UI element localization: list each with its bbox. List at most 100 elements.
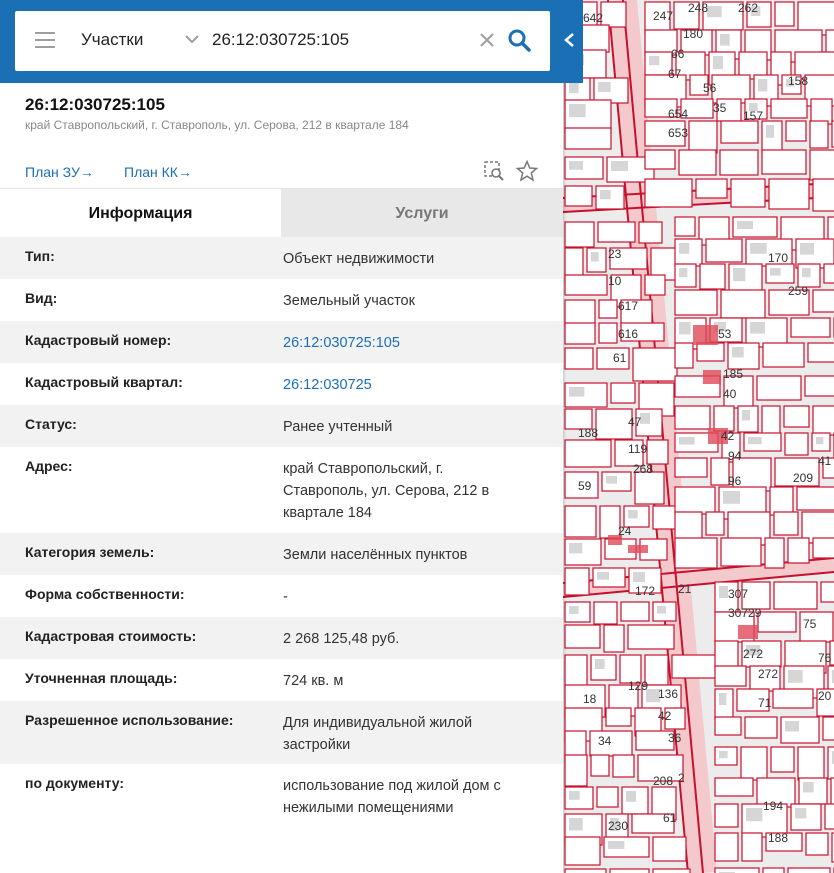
map-parcel[interactable] — [564, 654, 588, 688]
map-parcel[interactable] — [770, 98, 808, 119]
map-parcel[interactable] — [674, 457, 708, 478]
map-parcel[interactable] — [564, 299, 596, 327]
map-parcel[interactable] — [674, 537, 718, 569]
map-parcel[interactable] — [595, 408, 633, 440]
map-parcel[interactable] — [805, 832, 829, 856]
map-parcel[interactable] — [719, 149, 759, 176]
map-parcel[interactable] — [652, 836, 687, 862]
map-parcel[interactable] — [564, 274, 608, 296]
map-parcel[interactable] — [610, 382, 636, 404]
map-parcel[interactable] — [710, 457, 730, 486]
map-canvas[interactable]: 642 247248 262180666756654 3565315715817025… — [563, 0, 834, 873]
map-parcel[interactable] — [678, 149, 717, 176]
map-parcel[interactable] — [769, 486, 794, 516]
map-parcel[interactable] — [773, 511, 799, 536]
map-parcel[interactable] — [774, 1, 795, 27]
map-highlight-parcel[interactable] — [738, 625, 758, 639]
map-parcel[interactable] — [596, 786, 619, 808]
map-parcel[interactable] — [599, 505, 621, 539]
map-parcel[interactable] — [770, 746, 795, 773]
map-parcel[interactable] — [696, 342, 725, 362]
map-parcel[interactable] — [564, 624, 601, 649]
map-parcel[interactable] — [740, 746, 768, 781]
tab-information[interactable]: Информация — [0, 189, 281, 238]
map-parcel[interactable] — [773, 581, 818, 610]
map-parcel[interactable] — [807, 342, 834, 363]
chevron-down-icon[interactable] — [183, 30, 201, 48]
plan-zu-link[interactable]: План ЗУ→ — [25, 164, 94, 180]
map-parcel[interactable] — [796, 486, 834, 511]
info-row-link[interactable]: 26:12:030725 — [283, 374, 528, 396]
map-parcel[interactable] — [598, 299, 618, 319]
map-parcel[interactable] — [810, 98, 833, 125]
map-parcel[interactable] — [564, 185, 593, 207]
map-parcel[interactable] — [822, 716, 834, 741]
map-parcel[interactable] — [787, 537, 810, 564]
map-parcel[interactable] — [809, 149, 834, 181]
map-parcel[interactable] — [762, 867, 785, 873]
map-parcel[interactable] — [705, 238, 743, 263]
map-parcel[interactable] — [824, 803, 834, 830]
map-parcel[interactable] — [564, 439, 612, 468]
map-parcel[interactable] — [809, 120, 829, 149]
map-parcel[interactable] — [644, 178, 693, 208]
map-parcel[interactable] — [820, 581, 834, 603]
map-parcel[interactable] — [612, 754, 635, 778]
map-parcel[interactable] — [783, 405, 810, 428]
star-icon[interactable] — [515, 159, 539, 183]
map-parcel[interactable] — [671, 654, 717, 679]
map-parcel[interactable] — [768, 178, 810, 210]
map-parcel[interactable] — [714, 803, 739, 828]
map-parcel[interactable] — [605, 707, 632, 727]
map-parcel[interactable] — [564, 127, 612, 150]
map-parcel[interactable] — [812, 405, 834, 436]
map-highlight-parcel[interactable] — [693, 325, 718, 345]
zoom-to-object-icon[interactable] — [482, 159, 506, 183]
object-type-select[interactable]: Участки — [81, 30, 143, 50]
map-parcel[interactable] — [714, 716, 742, 736]
map-highlight-parcel[interactable] — [628, 545, 648, 553]
map-parcel[interactable] — [720, 537, 762, 567]
map-parcel[interactable] — [603, 624, 625, 653]
map-parcel[interactable] — [744, 716, 778, 739]
map-parcel[interactable] — [705, 511, 725, 536]
map-parcel[interactable] — [597, 221, 636, 243]
map-parcel[interactable] — [564, 347, 594, 370]
map-parcel[interactable] — [564, 505, 597, 538]
map-parcel[interactable] — [674, 342, 694, 369]
map-parcel[interactable] — [730, 178, 766, 208]
map-parcel[interactable] — [590, 754, 610, 777]
map-parcel[interactable] — [688, 120, 718, 154]
map-parcel[interactable] — [620, 601, 650, 622]
map-parcel[interactable] — [674, 216, 696, 237]
map-parcel[interactable] — [644, 274, 666, 296]
map-parcel[interactable] — [720, 120, 759, 144]
map-parcel[interactable] — [762, 342, 805, 368]
map-parcel[interactable] — [790, 317, 831, 338]
close-icon[interactable] — [478, 31, 496, 49]
map-parcel[interactable] — [644, 654, 669, 686]
map-parcel[interactable] — [720, 289, 766, 319]
map-parcel[interactable] — [564, 221, 595, 248]
tab-services[interactable]: Услуги — [281, 189, 563, 238]
map-parcel[interactable] — [598, 322, 618, 344]
map-parcel[interactable] — [593, 601, 618, 625]
map-parcel[interactable] — [674, 405, 711, 430]
map-parcel[interactable] — [564, 836, 601, 866]
map-parcel[interactable] — [600, 1, 627, 28]
info-row-link[interactable]: 26:12:030725:105 — [283, 332, 528, 354]
search-icon[interactable] — [506, 27, 532, 53]
map-parcel[interactable] — [784, 432, 809, 456]
menu-icon[interactable] — [35, 32, 55, 50]
map-parcel[interactable] — [714, 832, 739, 862]
map-parcel[interactable] — [804, 375, 834, 397]
map-parcel[interactable] — [564, 322, 596, 345]
map-parcel[interactable] — [644, 149, 676, 170]
map-parcel[interactable] — [564, 567, 590, 596]
map-parcel[interactable] — [695, 178, 728, 199]
map-parcel[interactable] — [634, 471, 665, 505]
map-parcel[interactable] — [714, 777, 754, 797]
map-parcel[interactable] — [674, 486, 716, 515]
map-parcel[interactable] — [785, 120, 807, 142]
map-parcel[interactable] — [674, 289, 718, 316]
